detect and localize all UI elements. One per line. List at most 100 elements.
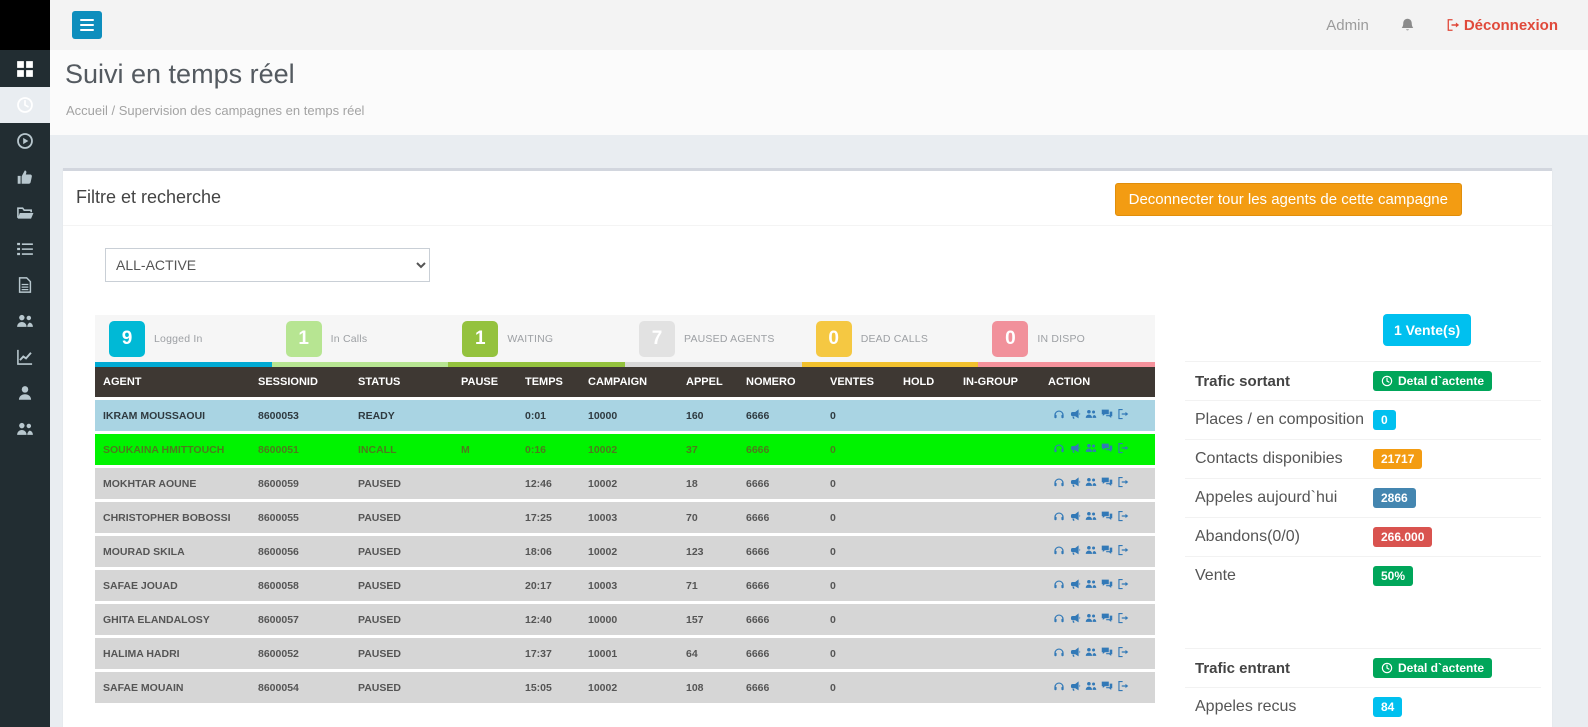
detail-attente-badge[interactable]: Detal d`actente — [1373, 658, 1493, 678]
badge-text: Detal d`actente — [1398, 661, 1485, 675]
cell-sessionid: 8600056 — [250, 536, 350, 567]
users-icon[interactable] — [1085, 646, 1097, 658]
signout-icon[interactable] — [1117, 544, 1129, 556]
stat-label: In Calls — [330, 332, 368, 345]
cell-temps: 17:25 — [517, 502, 580, 533]
topbar: Admin Déconnexion — [50, 0, 1588, 50]
cell-action — [1040, 604, 1155, 635]
sidebar-item-campaigns[interactable] — [0, 195, 50, 231]
sidebar-item-documents[interactable] — [0, 267, 50, 303]
badge-text: 84 — [1381, 700, 1395, 714]
headphones-icon[interactable] — [1053, 646, 1065, 658]
ventes-button[interactable]: 1 Vente(s) — [1383, 314, 1472, 346]
bullhorn-icon[interactable] — [1069, 578, 1081, 590]
bullhorn-icon[interactable] — [1069, 544, 1081, 556]
cell-nomero: 6666 — [738, 468, 822, 499]
users-icon[interactable] — [1085, 578, 1097, 590]
comments-icon[interactable] — [1101, 442, 1113, 454]
users-icon[interactable] — [1085, 408, 1097, 420]
bullhorn-icon[interactable] — [1069, 408, 1081, 420]
users-icon[interactable] — [1085, 680, 1097, 692]
sidebar-item-quality[interactable] — [0, 159, 50, 195]
cell-nomero: 6666 — [738, 672, 822, 703]
bell-icon[interactable] — [1399, 17, 1416, 34]
sidebar-item-groups[interactable] — [0, 411, 50, 447]
card-title: Filtre et recherche — [76, 187, 222, 207]
sidebar-item-realtime-supervision[interactable] — [0, 87, 50, 123]
signout-icon[interactable] — [1117, 646, 1129, 658]
sidebar-item-dashboard[interactable] — [0, 50, 50, 87]
cell-pause — [453, 570, 517, 601]
headphones-icon[interactable] — [1053, 408, 1065, 420]
comments-icon[interactable] — [1101, 680, 1113, 692]
bullhorn-icon[interactable] — [1069, 680, 1081, 692]
sidebar-item-statistics[interactable] — [0, 339, 50, 375]
sidebar-toggle-button[interactable] — [72, 11, 102, 39]
headphones-icon[interactable] — [1053, 544, 1065, 556]
stats-bars — [95, 362, 1156, 367]
users-icon[interactable] — [1085, 476, 1097, 488]
col-campaign: CAMPAIGN — [580, 367, 678, 397]
signout-icon[interactable] — [1117, 578, 1129, 590]
cell-agent: SAFAE MOUAIN — [95, 672, 250, 703]
detail-attente-badge[interactable]: Detal d`actente — [1373, 371, 1493, 391]
cell-temps: 0:16 — [517, 434, 580, 465]
comments-icon[interactable] — [1101, 408, 1113, 420]
bullhorn-icon[interactable] — [1069, 612, 1081, 624]
comments-icon[interactable] — [1101, 544, 1113, 556]
signout-icon[interactable] — [1117, 476, 1129, 488]
value-badge: 2866 — [1373, 488, 1416, 508]
signout-icon[interactable] — [1117, 680, 1129, 692]
sidebar-item-monitoring[interactable] — [0, 123, 50, 159]
users-icon[interactable] — [1085, 510, 1097, 522]
col-agent: AGENT — [95, 367, 250, 397]
comments-icon[interactable] — [1101, 510, 1113, 522]
sidebar-item-profile[interactable] — [0, 375, 50, 411]
col-action: ACTION — [1040, 367, 1155, 397]
sidebar-item-lists[interactable] — [0, 231, 50, 267]
app-root: { "topbar": { "user": "Admin", "logout_l… — [0, 0, 1588, 727]
bullhorn-icon[interactable] — [1069, 442, 1081, 454]
cell-nomero: 6666 — [738, 434, 822, 465]
headphones-icon[interactable] — [1053, 442, 1065, 454]
user-menu[interactable]: Admin — [1326, 17, 1369, 34]
logout-button[interactable]: Déconnexion — [1446, 17, 1558, 34]
breadcrumb[interactable]: Accueil / Supervision des campagnes en t… — [50, 90, 1588, 118]
disconnect-all-agents-button[interactable]: Deconnecter tour les agents de cette cam… — [1114, 183, 1462, 216]
users-icon[interactable] — [1085, 612, 1097, 624]
comments-icon[interactable] — [1101, 646, 1113, 658]
headphones-icon[interactable] — [1053, 612, 1065, 624]
cell-hold — [895, 468, 955, 499]
comments-icon[interactable] — [1101, 476, 1113, 488]
users-icon[interactable] — [1085, 544, 1097, 556]
signout-icon[interactable] — [1117, 442, 1129, 454]
stat-label: DEAD CALLS — [860, 332, 929, 345]
bullhorn-icon[interactable] — [1069, 646, 1081, 658]
cell-sessionid: 8600052 — [250, 638, 350, 669]
signout-icon[interactable] — [1117, 408, 1129, 420]
cell-ventes: 0 — [822, 638, 895, 669]
headphones-icon[interactable] — [1053, 680, 1065, 692]
comments-icon[interactable] — [1101, 612, 1113, 624]
campaign-select[interactable]: ALL-ACTIVE — [105, 248, 430, 282]
sidebar-item-agents[interactable] — [0, 303, 50, 339]
users-icon[interactable] — [1085, 442, 1097, 454]
folder-open-icon — [16, 204, 34, 222]
cell-appel: 64 — [678, 638, 738, 669]
bullhorn-icon[interactable] — [1069, 510, 1081, 522]
headphones-icon[interactable] — [1053, 476, 1065, 488]
stat-logged-in: 9 Logged In — [95, 320, 272, 357]
cell-agent: SOUKAINA HMITTOUCH — [95, 434, 250, 465]
cell-campaign: 10002 — [580, 434, 678, 465]
signout-icon[interactable] — [1117, 510, 1129, 522]
col-appel: APPEL — [678, 367, 738, 397]
cell-hold — [895, 400, 955, 431]
signout-icon[interactable] — [1117, 612, 1129, 624]
bullhorn-icon[interactable] — [1069, 476, 1081, 488]
cell-campaign: 10003 — [580, 570, 678, 601]
comments-icon[interactable] — [1101, 578, 1113, 590]
panel-row-appeles-recus: Appeles recus 84 — [1185, 687, 1541, 726]
panel-row-trafic-entrant: Trafic entrant Detal d`actente — [1185, 648, 1541, 687]
headphones-icon[interactable] — [1053, 578, 1065, 590]
headphones-icon[interactable] — [1053, 510, 1065, 522]
